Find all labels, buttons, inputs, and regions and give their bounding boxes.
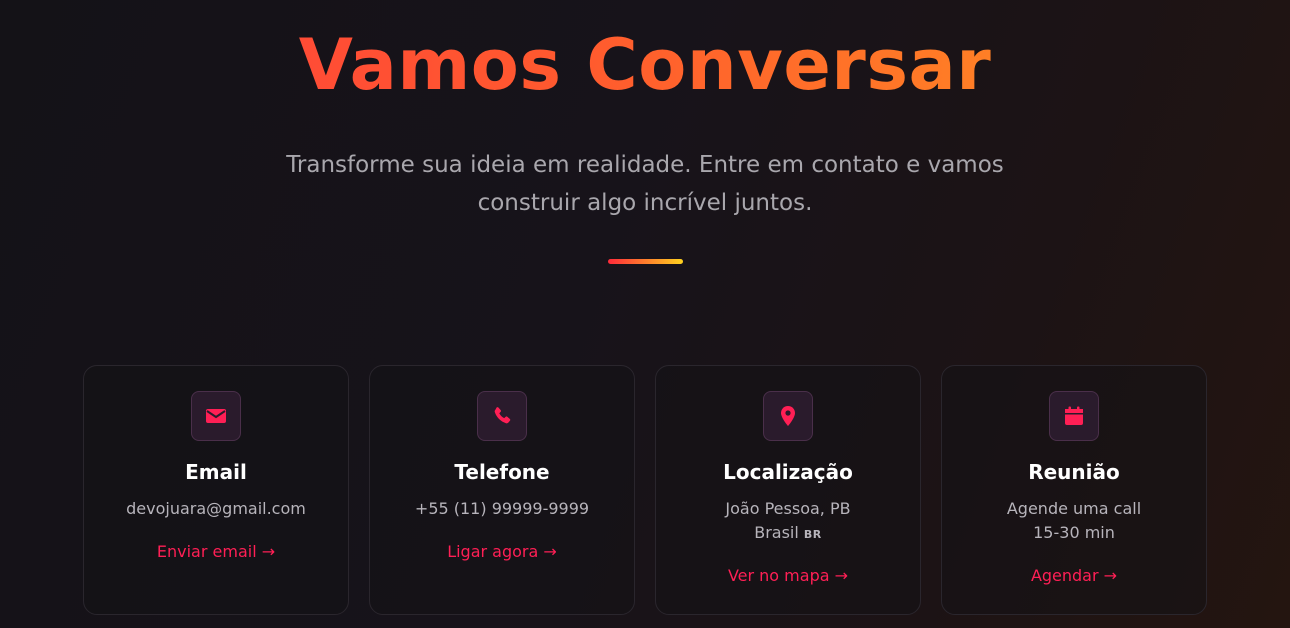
envelope-icon bbox=[191, 391, 241, 441]
send-email-link[interactable]: Enviar email → bbox=[84, 542, 348, 561]
location-card: Localização João Pessoa, PB Brasil BR Ve… bbox=[655, 365, 921, 615]
contact-section: Vamos Conversar Transforme sua ideia em … bbox=[0, 0, 1290, 628]
view-map-link[interactable]: Ver no mapa → bbox=[656, 566, 920, 585]
card-title: Telefone bbox=[454, 460, 550, 484]
schedule-link[interactable]: Agendar → bbox=[942, 566, 1206, 585]
email-address: devojuara@gmail.com bbox=[126, 499, 306, 518]
meeting-text: Agende uma call 15-30 min bbox=[942, 497, 1206, 545]
country-text: Brasil bbox=[754, 523, 799, 542]
page-subtitle: Transforme sua ideia em realidade. Entre… bbox=[275, 146, 1015, 222]
subtitle-line-2: construir algo incrível juntos. bbox=[477, 190, 813, 216]
calendar-icon bbox=[1049, 391, 1099, 441]
phone-icon bbox=[477, 391, 527, 441]
gradient-divider bbox=[608, 259, 683, 264]
phone-number: +55 (11) 99999-9999 bbox=[414, 499, 590, 518]
phone-card: Telefone +55 (11) 99999-9999 Ligar agora… bbox=[369, 365, 635, 615]
city-text: João Pessoa, PB bbox=[725, 499, 851, 518]
card-title: Localização bbox=[723, 460, 853, 484]
card-title: Email bbox=[185, 460, 247, 484]
location-text: João Pessoa, PB Brasil BR bbox=[656, 497, 920, 547]
email-card: Email devojuara@gmail.com Enviar email → bbox=[83, 365, 349, 615]
call-now-link[interactable]: Ligar agora → bbox=[370, 542, 634, 561]
meeting-line-1: Agende uma call bbox=[1006, 499, 1142, 518]
map-pin-icon bbox=[763, 391, 813, 441]
subtitle-line-1: Transforme sua ideia em realidade. Entre… bbox=[286, 152, 1004, 178]
meeting-line-2: 15-30 min bbox=[1033, 523, 1115, 542]
contact-cards: Email devojuara@gmail.com Enviar email →… bbox=[83, 365, 1208, 615]
meeting-card: Reunião Agende uma call 15-30 min Agenda… bbox=[941, 365, 1207, 615]
page-title: Vamos Conversar bbox=[0, 24, 1290, 106]
card-title: Reunião bbox=[1028, 460, 1120, 484]
country-flag-badge: BR bbox=[803, 528, 822, 541]
